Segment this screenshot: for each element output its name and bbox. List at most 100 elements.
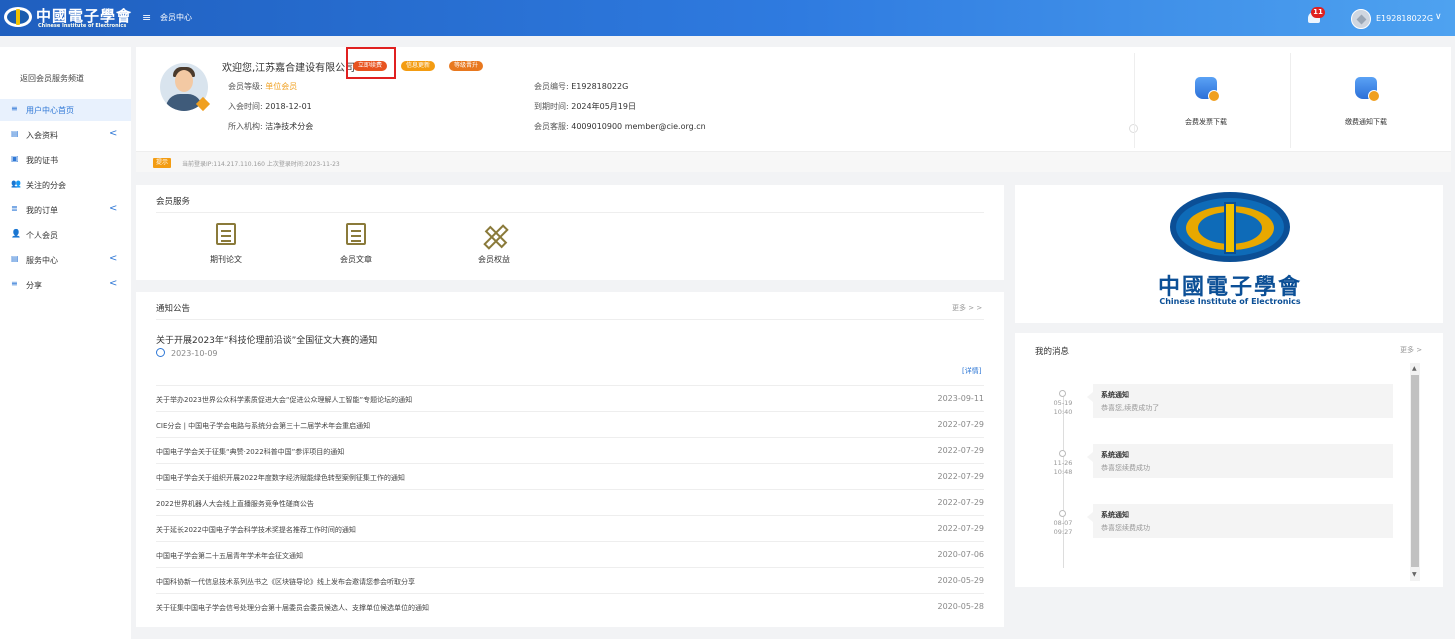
featured-notice-title[interactable]: 关于开展2023年“科技伦理前沿谈”全国征文大赛的通知 bbox=[156, 333, 377, 346]
payment-notice-download-button[interactable]: 缴费通知下载 bbox=[1326, 77, 1406, 127]
message-time: 10:48 bbox=[1053, 468, 1073, 476]
sidebar-item-service-center[interactable]: ▤ 服务中心 < bbox=[0, 249, 131, 271]
tip-badge: 提示 bbox=[153, 158, 172, 168]
clock-icon bbox=[156, 348, 165, 357]
member-articles-link[interactable]: 会员文章 bbox=[321, 223, 391, 265]
message-body: 恭喜您,续费成功了 bbox=[1101, 404, 1160, 412]
user-id-label[interactable]: E192818022G bbox=[1376, 14, 1433, 23]
cie-banner[interactable]: 中國電子學會 Chinese Institute of Electronics bbox=[1015, 185, 1443, 323]
journal-papers-link[interactable]: 期刊论文 bbox=[191, 223, 261, 265]
message-item[interactable]: 05-19 10:40 系统通知 恭喜您,续费成功了 bbox=[1035, 384, 1405, 438]
sidebar-item-share[interactable]: ≡ 分享 < bbox=[0, 274, 131, 296]
sidebar-item-personal-member[interactable]: 👤 个人会员 bbox=[0, 224, 131, 246]
notice-title[interactable]: 中国电子学会关于组织开展2022年度数字经济赋能绿色转型案例征集工作的通知 bbox=[156, 473, 405, 483]
notice-row[interactable]: 关于延长2022中国电子学会科学技术奖提名推荐工作时间的通知 2022-07-2… bbox=[156, 515, 984, 541]
notice-row[interactable]: 2022世界机器人大会线上直播服务竞争性磋商公告 2022-07-29 bbox=[156, 489, 984, 515]
breadcrumb[interactable]: 会员中心 bbox=[160, 12, 192, 23]
welcome-text: 欢迎您,江苏嘉合建设有限公司 bbox=[222, 63, 356, 74]
notices-title: 通知公告 bbox=[156, 304, 191, 314]
message-datetime: 11-26 10:48 bbox=[1035, 459, 1091, 477]
user-avatar[interactable] bbox=[1351, 9, 1371, 29]
hamburger-menu-icon[interactable]: ≡ bbox=[142, 11, 151, 24]
notice-row[interactable]: 关于举办2023世界公众科学素质促进大会“促进公众理解人工智能”专题论坛的通知 … bbox=[156, 385, 984, 411]
scroll-down-icon[interactable]: ▼ bbox=[1412, 571, 1417, 578]
cie-emblem-icon bbox=[1170, 192, 1290, 262]
sidebar-item-label: 关注的分会 bbox=[26, 181, 66, 190]
message-date: 11-26 bbox=[1053, 459, 1073, 467]
message-bubble[interactable]: 系统通知 恭喜您,续费成功了 bbox=[1087, 384, 1393, 418]
person-icon: 👤 bbox=[11, 229, 21, 238]
notice-title[interactable]: 中国科协新一代信息技术系列丛书之《区块链导论》线上发布会邀请您参会听取分享 bbox=[156, 577, 415, 587]
join-date-value: 2018-12-01 bbox=[265, 102, 312, 111]
article-icon bbox=[346, 223, 366, 245]
scrollbar-thumb[interactable] bbox=[1411, 375, 1419, 567]
notice-row[interactable]: 中国电子学会关于征集“典赞·2022科普中国”参评项目的通知 2022-07-2… bbox=[156, 437, 984, 463]
notice-date: 2022-07-29 bbox=[937, 446, 985, 455]
sidebar-item-my-orders[interactable]: ≣ 我的订单 < bbox=[0, 199, 131, 221]
notice-title[interactable]: 中国电子学会关于征集“典赞·2022科普中国”参评项目的通知 bbox=[156, 447, 344, 457]
update-info-button[interactable]: 信息更新 bbox=[401, 61, 436, 71]
certificate-icon: ▣ bbox=[11, 154, 19, 163]
notice-title[interactable]: 关于延长2022中国电子学会科学技术奖提名推荐工作时间的通知 bbox=[156, 525, 356, 535]
message-item[interactable]: 08-07 09:27 系统通知 恭喜您续费成功 bbox=[1035, 504, 1405, 558]
sidebar-item-label: 我的证书 bbox=[26, 156, 58, 165]
notification-bell-icon[interactable]: 11 bbox=[1306, 7, 1325, 24]
sidebar-item-label: 我的订单 bbox=[26, 206, 58, 215]
sidebar-item-my-certificate[interactable]: ▣ 我的证书 bbox=[0, 149, 131, 171]
notification-count-badge: 11 bbox=[1311, 7, 1325, 18]
divider bbox=[156, 319, 984, 320]
notice-row[interactable]: CIE分会 | 中国电子学会电路与系统分会第三十二届学术年会重启通知 2022-… bbox=[156, 411, 984, 437]
notice-title[interactable]: 关于征集中国电子学会信号处理分会第十届委员会委员候选人、支撑单位候选单位的通知 bbox=[156, 603, 429, 613]
sidebar-item-label: 服务中心 bbox=[26, 256, 58, 265]
renew-now-button[interactable]: 立即续费 bbox=[353, 61, 388, 71]
sidebar-item-membership-info[interactable]: ▤ 入会资料 < bbox=[0, 124, 131, 146]
notice-row[interactable]: 中国电子学会第二十五届青年学术年会征文通知 2020-07-06 bbox=[156, 541, 984, 567]
journal-paper-icon bbox=[216, 223, 236, 245]
share-icon: ≡ bbox=[11, 279, 18, 288]
sidebar-item-label: 个人会员 bbox=[26, 231, 58, 240]
notice-date: 2022-07-29 bbox=[937, 420, 985, 429]
message-time: 10:40 bbox=[1053, 408, 1073, 416]
message-bubble[interactable]: 系统通知 恭喜您续费成功 bbox=[1087, 444, 1393, 478]
sidebar-item-label: 用户中心首页 bbox=[26, 106, 74, 115]
notice-title[interactable]: 中国电子学会第二十五届青年学术年会征文通知 bbox=[156, 551, 303, 561]
notice-date: 2023-09-11 bbox=[937, 394, 985, 403]
member-id-label: 会员编号: bbox=[534, 82, 569, 91]
sidebar-item-followed-branches[interactable]: 👥 关注的分会 bbox=[0, 174, 131, 196]
cie-emblem-icon bbox=[4, 7, 32, 27]
my-messages-title: 我的消息 bbox=[1035, 347, 1070, 357]
scroll-up-icon[interactable]: ▲ bbox=[1412, 365, 1417, 372]
login-tip-bar: 提示 当前登录IP:114.217.110.160 上次登录时间:2023-11… bbox=[136, 151, 1451, 172]
notice-row[interactable]: 中国科协新一代信息技术系列丛书之《区块链导论》线上发布会邀请您参会听取分享 20… bbox=[156, 567, 984, 593]
details-link[interactable]: [详情] bbox=[962, 366, 981, 376]
expire-date-label: 到期时间: bbox=[534, 102, 569, 111]
member-rights-link[interactable]: 会员权益 bbox=[459, 223, 529, 265]
messages-more-link[interactable]: 更多 > bbox=[1400, 345, 1422, 355]
message-item[interactable]: 11-26 10:48 系统通知 恭喜您续费成功 bbox=[1035, 444, 1405, 498]
member-level-value: 单位会员 bbox=[265, 82, 298, 91]
chevron-left-icon: < bbox=[109, 278, 118, 289]
emblem-bar bbox=[1224, 202, 1236, 254]
order-list-icon: ≣ bbox=[11, 204, 18, 213]
top-navigation-bar: 中國電子學會 Chinese Institute of Electronics … bbox=[0, 0, 1455, 36]
member-level-label: 会员等级: bbox=[228, 82, 263, 91]
cie-logo[interactable]: 中國電子學會 Chinese Institute of Electronics bbox=[4, 5, 132, 31]
notice-date: 2020-07-06 bbox=[937, 550, 985, 559]
sidebar-item-user-center-home[interactable]: ≡ 用户中心首页 bbox=[0, 99, 131, 121]
notice-title[interactable]: 2022世界机器人大会线上直播服务竞争性磋商公告 bbox=[156, 499, 314, 509]
invoice-download-button[interactable]: 会费发票下载 bbox=[1166, 77, 1246, 127]
notices-card: 通知公告 更多 > > 关于开展2023年“科技伦理前沿谈”全国征文大赛的通知 … bbox=[136, 292, 1004, 627]
timeline-dot bbox=[1059, 450, 1066, 457]
notice-row[interactable]: 中国电子学会关于组织开展2022年度数字经济赋能绿色转型案例征集工作的通知 20… bbox=[156, 463, 984, 489]
message-bubble[interactable]: 系统通知 恭喜您续费成功 bbox=[1087, 504, 1393, 538]
notice-title[interactable]: 关于举办2023世界公众科学素质促进大会“促进公众理解人工智能”专题论坛的通知 bbox=[156, 395, 412, 405]
level-upgrade-button[interactable]: 等级晋升 bbox=[449, 61, 484, 71]
notice-row[interactable]: 关于征集中国电子学会信号处理分会第十届委员会委员候选人、支撑单位候选单位的通知 … bbox=[156, 593, 984, 619]
member-id-row: 会员编号: E192818022G bbox=[534, 81, 628, 92]
chevron-down-icon[interactable]: ∨ bbox=[1435, 12, 1442, 22]
member-id-value: E192818022G bbox=[571, 82, 629, 91]
notices-more-link[interactable]: 更多 > > bbox=[952, 303, 982, 313]
notice-title[interactable]: CIE分会 | 中国电子学会电路与系统分会第三十二届学术年会重启通知 bbox=[156, 421, 370, 431]
messages-scrollbar[interactable]: ▲ ▼ bbox=[1410, 363, 1420, 581]
back-to-member-channel-link[interactable]: 返回会员服务频道 bbox=[20, 73, 84, 84]
